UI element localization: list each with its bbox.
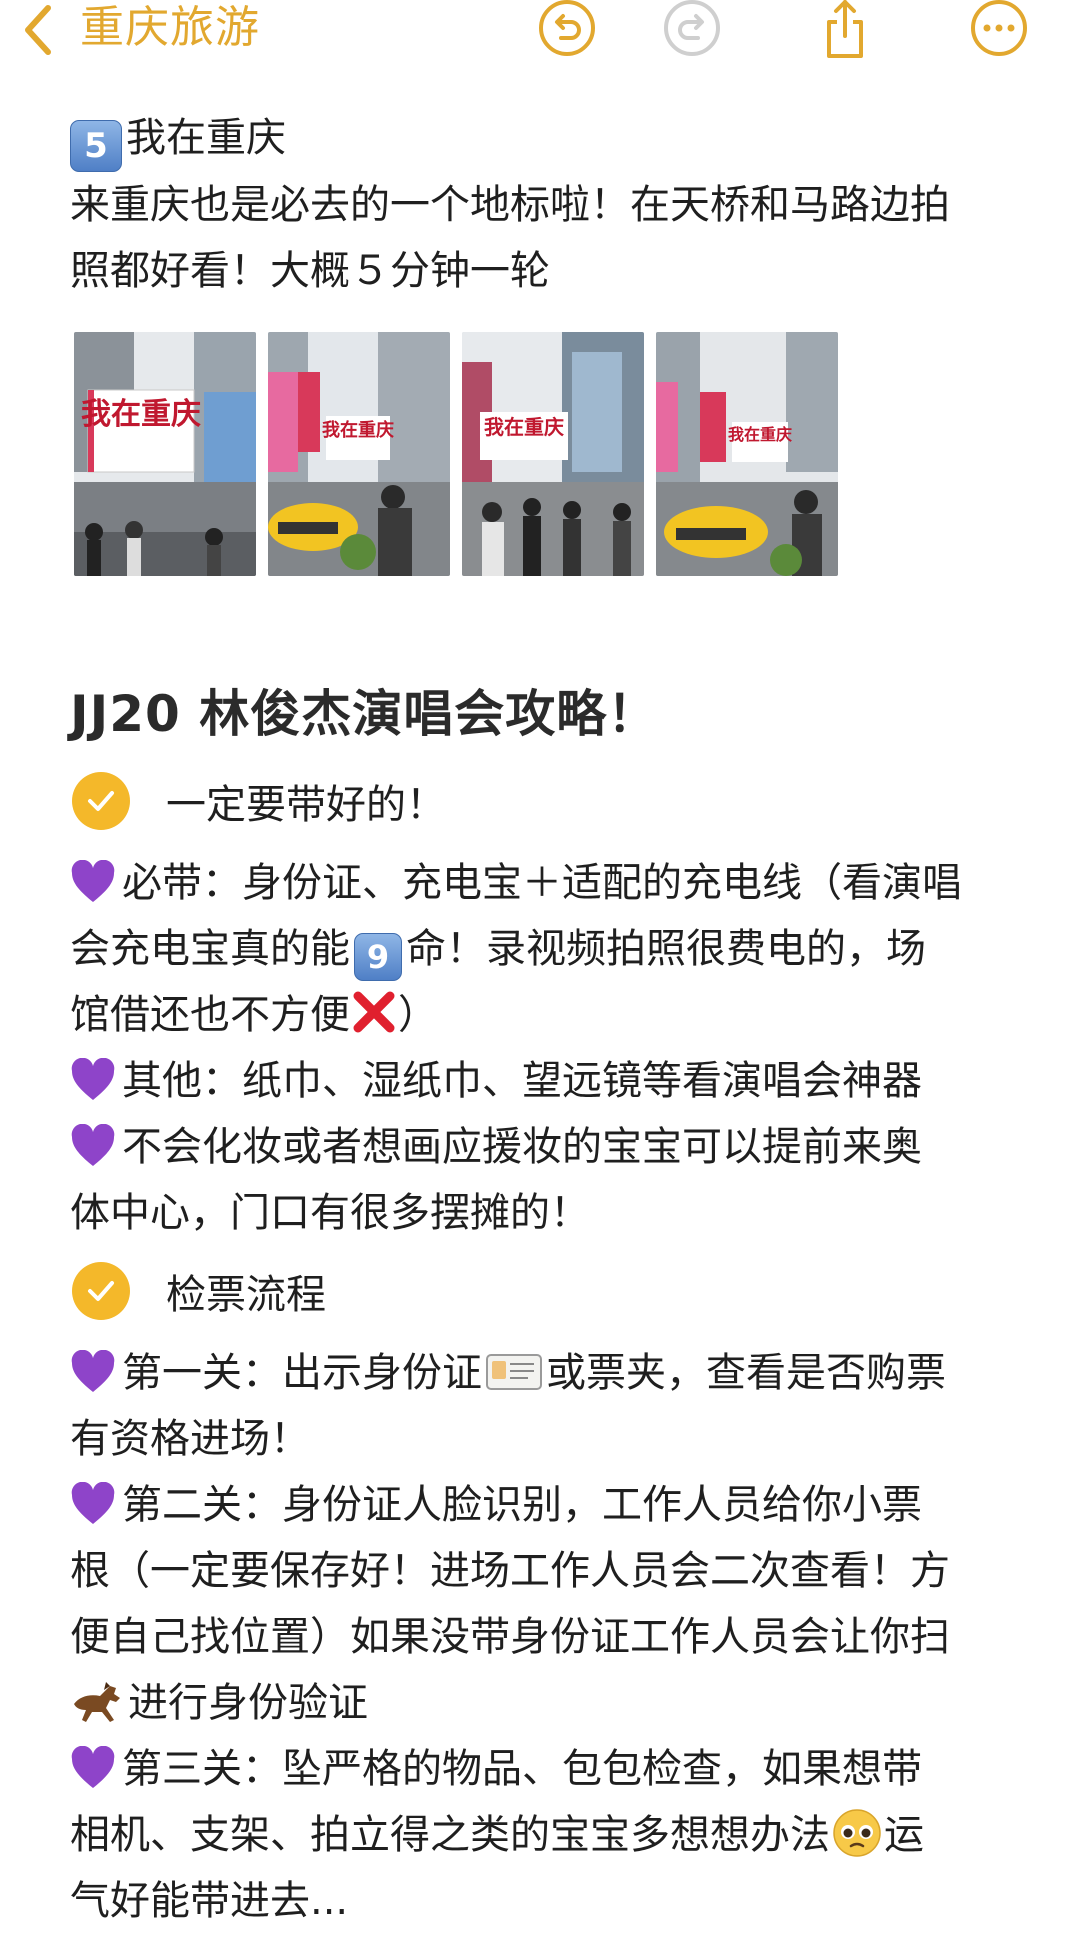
guide-heading: JJ20 林俊杰演唱会攻略！ [70,685,659,743]
svg-text:我在重庆: 我在重庆 [322,419,394,441]
red-cross-icon [350,988,398,1036]
landmark-photo: 我在重庆 [462,332,644,576]
checkbox-label: 检票流程 [166,1272,326,1318]
landmark-photo: 我在重庆 [268,332,450,576]
section-5: 5 我在重庆 来重庆也是必去的一个地标啦！在天桥和马路边拍 照都好看！大概５分钟一… [70,105,1020,304]
svg-text:我在重庆: 我在重庆 [81,397,201,432]
photo-thumbnail[interactable]: 我在重庆 [268,332,450,576]
list-item: 第一关：出示身份证 或票夹，查看是否购票 有资格进场！ [70,1340,1030,1472]
checkbox[interactable] [72,772,130,830]
share-button[interactable] [813,0,877,60]
svg-text:我在重庆: 我在重庆 [484,415,564,439]
checkbox-label: 一定要带好的！ [166,782,446,828]
section-5-line-1: 来重庆也是必去的一个地标啦！在天桥和马路边拍 [70,182,950,228]
checkbox[interactable] [72,1262,130,1320]
landmark-photo: 我在重庆 [656,332,838,576]
list-item: 不会化妆或者想画应援妆的宝宝可以提前来奥 体中心，门口有很多摆摊的！ [70,1124,922,1236]
purple-heart-icon [70,1124,116,1168]
checkmark-icon [88,1281,114,1301]
list-item: 必带：身份证、充电宝＋适配的充电线（看演唱 会充电宝真的能 9 命！录视频拍照很费电… [70,860,962,1038]
note-title: 重庆旅游 [80,2,260,53]
chevron-left-icon [25,5,51,55]
purple-heart-icon [70,860,116,904]
ticket-check-steps: 第一关：出示身份证 或票夹，查看是否购票 有资格进场！ 第二关：身份证人脸识别，工… [70,1340,1030,1934]
section-5-title-line: 5 我在重庆 [70,105,1020,172]
redo-icon [664,0,720,56]
list-item: 第二关：身份证人脸识别，工作人员给你小票 根（一定要保存好！进场工作人员会二次查… [70,1482,950,1726]
checkmark-icon [88,791,114,811]
back-button[interactable] [18,0,58,60]
redo-button[interactable] [660,0,724,60]
share-icon [827,0,863,58]
landmark-photo: 我在重庆 [74,332,256,576]
keycap-5-icon: 5 [70,120,122,172]
top-nav-bar: 重庆旅游 [0,0,1080,72]
purple-heart-icon [70,1350,116,1394]
photo-thumbnail[interactable]: 我在重庆 [74,332,256,576]
undo-icon [539,0,595,56]
checkbox-row-must-bring: 一定要带好的！ [72,772,446,830]
section-5-line-2: 照都好看！大概５分钟一轮 [70,248,550,294]
id-card-icon [486,1346,542,1390]
svg-text:我在重庆: 我在重庆 [728,425,792,444]
undo-button[interactable] [535,0,599,60]
more-button[interactable] [967,0,1031,60]
racing-horse-icon [70,1678,124,1724]
list-item: 其他：纸巾、湿纸巾、望远镜等看演唱会神器 [70,1048,1030,1114]
must-bring-list: 必带：身份证、充电宝＋适配的充电线（看演唱 会充电宝真的能 9 命！录视频拍照很费电… [70,850,1030,1246]
more-icon [971,0,1027,56]
list-item: 第三关：坠严格的物品、包包检查，如果想带 相机、支架、拍立得之类的宝宝多想想办法… [70,1746,924,1924]
checkbox-row-ticket-check: 检票流程 [72,1262,326,1320]
keycap-9-icon: 9 [354,933,402,981]
pleading-face-icon [832,1808,882,1858]
section-5-title: 我在重庆 [126,115,286,161]
purple-heart-icon [70,1746,116,1790]
photo-thumbnail[interactable]: 我在重庆 [462,332,644,576]
purple-heart-icon [70,1058,116,1102]
photo-thumbnail[interactable]: 我在重庆 [656,332,838,576]
photo-strip: 我在重庆 我在重庆 我在重庆 我在重庆 [74,332,894,576]
purple-heart-icon [70,1482,116,1526]
